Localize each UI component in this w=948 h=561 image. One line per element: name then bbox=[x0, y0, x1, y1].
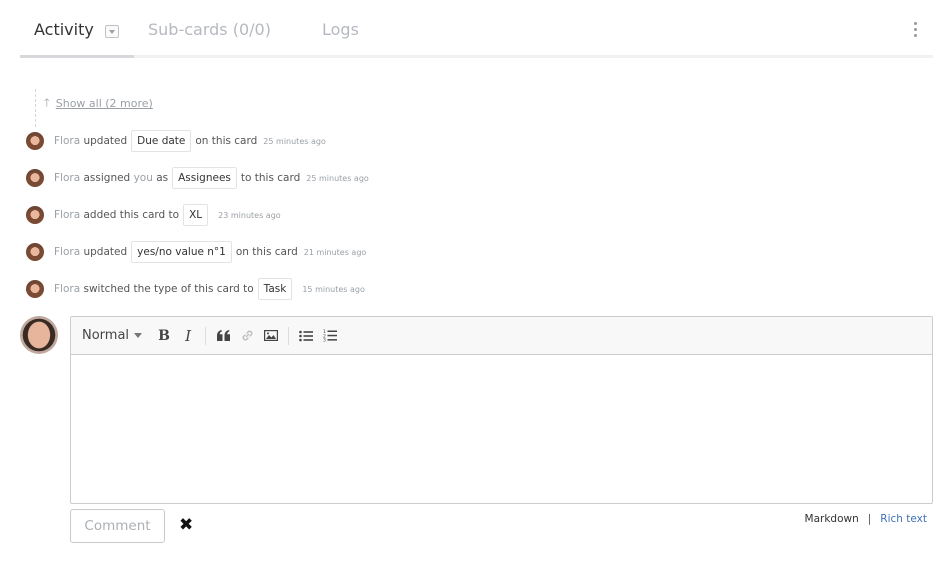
timeline-connector bbox=[35, 89, 36, 127]
activity-field-pill: Assignees bbox=[172, 167, 237, 189]
activity-user[interactable]: Flora bbox=[54, 172, 80, 184]
comment-textarea[interactable] bbox=[71, 355, 932, 503]
link-icon bbox=[242, 330, 252, 341]
avatar bbox=[26, 169, 44, 187]
caret-down-icon bbox=[134, 333, 143, 338]
editor-toolbar: Normal B I 1 2 3 bbox=[71, 317, 932, 355]
activity-text: added this card to bbox=[83, 209, 180, 221]
toolbar-separator bbox=[205, 326, 207, 345]
activity-time: 25 minutes ago bbox=[306, 173, 369, 183]
activity-text: on this card bbox=[195, 135, 258, 147]
activity-item: Flora assigned you as Assignees to this … bbox=[26, 166, 369, 190]
format-select-label: Normal bbox=[82, 328, 130, 343]
comment-editor: Normal B I 1 2 3 bbox=[70, 316, 933, 504]
numbered-list-icon: 1 2 3 bbox=[323, 329, 338, 342]
quote-button[interactable] bbox=[211, 324, 235, 348]
tab-bar: Activity Sub-cards (0/0) Logs bbox=[20, 0, 933, 58]
mode-separator: | bbox=[867, 513, 872, 525]
activity-text: switched the type of this card to bbox=[83, 283, 254, 295]
quote-icon bbox=[216, 330, 230, 341]
activity-field-pill: Due date bbox=[131, 130, 192, 152]
arrow-up-icon: 🡑 bbox=[44, 96, 50, 109]
tab-activity[interactable]: Activity bbox=[34, 20, 94, 44]
comment-button[interactable]: Comment bbox=[70, 509, 165, 543]
tabs-underline bbox=[20, 55, 933, 58]
close-icon[interactable]: ✖ bbox=[179, 517, 193, 534]
bullet-list-button[interactable] bbox=[294, 324, 318, 348]
activity-field-pill: Task bbox=[257, 278, 293, 300]
current-user-avatar bbox=[20, 316, 58, 354]
tab-logs[interactable]: Logs bbox=[322, 20, 359, 44]
link-button[interactable] bbox=[235, 324, 259, 348]
rich-text-mode-link[interactable]: Rich text bbox=[880, 513, 927, 525]
activity-text: updated bbox=[83, 246, 128, 258]
activity-item: Flora switched the type of this card to … bbox=[26, 277, 365, 301]
activity-user[interactable]: Flora bbox=[54, 209, 80, 221]
activity-text: as bbox=[156, 172, 169, 184]
activity-field-pill: yes/no value n°1 bbox=[131, 241, 232, 263]
activity-time: 21 minutes ago bbox=[303, 247, 367, 257]
image-button[interactable] bbox=[259, 324, 283, 348]
activity-item: Flora updated Due date on this card 25 m… bbox=[26, 129, 326, 153]
svg-text:3: 3 bbox=[323, 338, 326, 342]
activity-text: updated bbox=[83, 135, 128, 147]
toolbar-separator bbox=[288, 326, 290, 345]
activity-item: Flora updated yes/no value n°1 on this c… bbox=[26, 240, 366, 264]
numbered-list-button[interactable]: 1 2 3 bbox=[318, 324, 342, 348]
activity-field-pill: XL bbox=[183, 204, 209, 226]
bullet-list-icon bbox=[299, 330, 314, 341]
avatar bbox=[26, 206, 44, 224]
avatar bbox=[26, 132, 44, 150]
activity-time: 23 minutes ago bbox=[218, 210, 281, 220]
avatar bbox=[26, 243, 44, 261]
more-vertical-icon[interactable] bbox=[913, 22, 919, 38]
activity-user[interactable]: Flora bbox=[54, 246, 80, 258]
activity-text: on this card bbox=[235, 246, 298, 258]
tab-subcards[interactable]: Sub-cards (0/0) bbox=[148, 20, 271, 44]
italic-button[interactable]: I bbox=[176, 324, 200, 348]
activity-time: 15 minutes ago bbox=[302, 284, 365, 294]
activity-time: 25 minutes ago bbox=[263, 136, 326, 146]
activity-filter-dropdown-icon[interactable] bbox=[105, 25, 119, 38]
markdown-mode-link[interactable]: Markdown bbox=[805, 513, 859, 525]
image-icon bbox=[264, 330, 279, 341]
activity-user[interactable]: Flora bbox=[54, 135, 80, 147]
bold-button[interactable]: B bbox=[152, 324, 176, 348]
show-all-link[interactable]: 🡑 Show all (2 more) bbox=[44, 94, 153, 113]
avatar bbox=[26, 280, 44, 298]
show-all-label: Show all (2 more) bbox=[55, 97, 153, 110]
activity-you: you bbox=[133, 172, 153, 184]
tab-active-indicator bbox=[20, 55, 134, 58]
format-select[interactable]: Normal bbox=[82, 328, 143, 343]
activity-text: assigned bbox=[83, 172, 131, 184]
activity-user[interactable]: Flora bbox=[54, 283, 80, 295]
activity-item: Flora added this card to XL 23 minutes a… bbox=[26, 203, 281, 227]
activity-text: to this card bbox=[240, 172, 301, 184]
editor-mode-switch: Markdown | Rich text bbox=[805, 513, 927, 525]
